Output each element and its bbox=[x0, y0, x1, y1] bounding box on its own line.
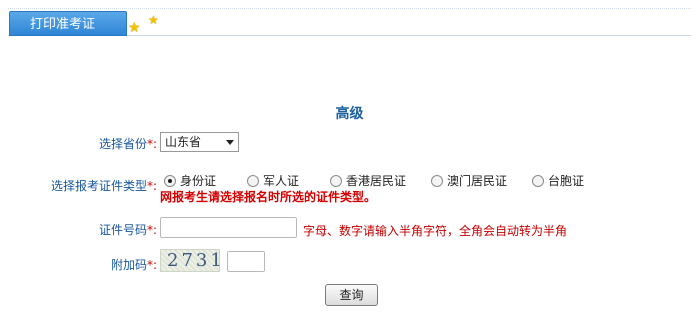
province-select[interactable]: 山东省 bbox=[160, 132, 239, 152]
id-type-label-text: 选择报考证件类型 bbox=[50, 179, 147, 193]
form-title: 高级 bbox=[335, 106, 364, 122]
header-bar: 打印准考证 ★ ★ bbox=[8, 8, 691, 36]
chevron-down-icon bbox=[226, 140, 234, 145]
radio-label: 军人证 bbox=[263, 174, 300, 188]
id-number-label-text: 证件号码 bbox=[98, 223, 147, 237]
required-mark: *: bbox=[146, 258, 157, 272]
id-number-input[interactable] bbox=[160, 217, 297, 238]
star-icon: ★ bbox=[128, 20, 141, 36]
radio-button[interactable] bbox=[431, 174, 443, 187]
province-label-text: 选择省份 bbox=[98, 137, 147, 151]
radio-military-id[interactable]: 军人证 bbox=[247, 172, 299, 189]
province-label: 选择省份*: bbox=[40, 135, 157, 152]
radio-button[interactable] bbox=[247, 174, 259, 187]
required-mark: *: bbox=[146, 223, 157, 237]
radio-button[interactable] bbox=[532, 174, 544, 187]
captcha-label-text: 附加码 bbox=[110, 258, 147, 272]
captcha-image[interactable]: 2731 bbox=[160, 249, 222, 272]
id-type-note: 网报考生请选择报名时所选的证件类型。 bbox=[160, 190, 377, 204]
required-mark: *: bbox=[146, 137, 157, 151]
id-number-hint: 字母、数字请输入半角字符，全角会自动转为半角 bbox=[303, 224, 568, 238]
radio-hongkong-id[interactable]: 香港居民证 bbox=[330, 172, 406, 189]
id-number-label: 证件号码*: bbox=[40, 221, 157, 238]
radio-label: 身份证 bbox=[180, 174, 217, 188]
radio-button[interactable] bbox=[330, 174, 342, 187]
radio-label: 台胞证 bbox=[548, 174, 585, 188]
radio-label: 澳门居民证 bbox=[447, 174, 508, 188]
query-button[interactable]: 查询 bbox=[325, 284, 378, 306]
province-selected-value: 山东省 bbox=[165, 135, 202, 149]
id-type-label: 选择报考证件类型*: bbox=[20, 177, 157, 194]
radio-macau-id[interactable]: 澳门居民证 bbox=[431, 172, 507, 189]
tab-print-admission-ticket[interactable]: 打印准考证 bbox=[9, 11, 127, 36]
radio-button[interactable] bbox=[164, 174, 176, 187]
required-mark: *: bbox=[146, 179, 157, 193]
radio-taiwan-id[interactable]: 台胞证 bbox=[532, 172, 584, 189]
star-icon: ★ bbox=[148, 13, 159, 27]
radio-label: 香港居民证 bbox=[346, 174, 407, 188]
captcha-input[interactable] bbox=[227, 251, 265, 272]
radio-id-card[interactable]: 身份证 bbox=[164, 172, 216, 189]
captcha-label: 附加码*: bbox=[40, 256, 157, 273]
